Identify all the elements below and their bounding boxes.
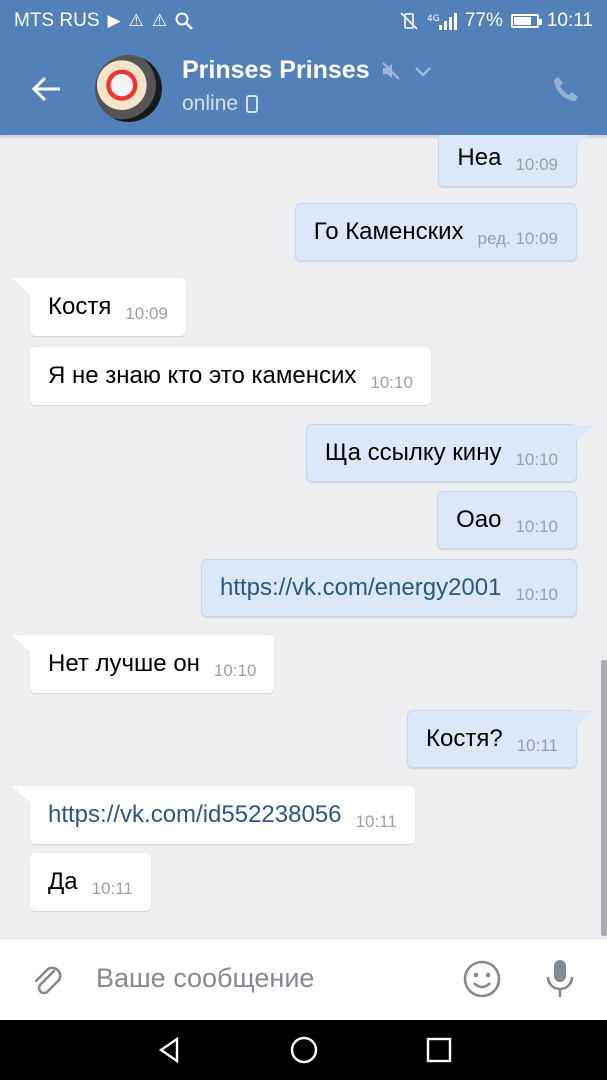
message-time: 10:11	[91, 879, 133, 898]
avatar[interactable]	[95, 55, 162, 122]
search-icon	[175, 12, 193, 30]
chevron-down-icon[interactable]	[412, 60, 434, 82]
mobile-phone-icon	[246, 95, 259, 113]
phone-call-icon[interactable]	[551, 74, 581, 104]
message-text: Я не знаю кто это каменсих	[48, 362, 357, 389]
nav-recents-icon[interactable]	[423, 1034, 455, 1066]
message-link[interactable]: https://vk.com/energy2001	[220, 574, 501, 602]
paperclip-icon[interactable]	[28, 961, 66, 999]
arrow-left-icon[interactable]	[30, 72, 64, 106]
message-time: ред. 10:09	[477, 229, 558, 248]
message-time: 10:10	[515, 517, 558, 536]
warning-icon: ⚠	[128, 11, 144, 30]
outgoing-message[interactable]: https://vk.com/energy2001 10:10	[200, 559, 577, 617]
message-text: Костя	[48, 293, 112, 320]
message-composer: Ваше сообщение	[0, 938, 607, 1021]
message-input[interactable]: Ваше сообщение	[96, 963, 314, 994]
message-list[interactable]: Неа 10:09 Го Каменских ред. 10:09 Костя 10:09…	[0, 135, 607, 939]
incoming-message[interactable]: Я не знаю кто это каменсих 10:10	[30, 347, 431, 405]
warning-icon: ⚠	[151, 11, 168, 30]
message-link[interactable]: https://vk.com/id552238056	[48, 801, 342, 829]
incoming-message[interactable]: https://vk.com/id552238056 10:11	[12, 786, 415, 844]
battery-level-fill	[513, 17, 531, 25]
status-bar-right: 4G 77% 10:11	[399, 10, 593, 32]
message-text: Костя?	[426, 725, 503, 752]
carrier-name: MTS RUS	[14, 10, 100, 31]
bubble-tail	[570, 425, 594, 447]
outgoing-message[interactable]: Неа 10:09	[438, 135, 589, 187]
outgoing-message[interactable]: Оао 10:10	[437, 491, 577, 549]
message-time: 10:11	[516, 736, 558, 755]
bubble-tail	[570, 711, 594, 733]
incoming-message[interactable]: Костя 10:09	[12, 278, 186, 336]
chat-header: Prinses Prinses online	[0, 42, 607, 135]
signal-icon: 4G	[427, 13, 457, 30]
clock: 10:11	[546, 10, 593, 31]
message-time: 10:10	[370, 373, 413, 392]
scrollbar[interactable]	[601, 660, 607, 936]
battery-icon	[510, 14, 542, 28]
nav-back-icon[interactable]	[153, 1034, 185, 1066]
play-icon: ▶	[107, 11, 121, 30]
outgoing-message[interactable]: Костя? 10:11	[407, 710, 594, 768]
system-nav-bar	[0, 1020, 607, 1080]
contact-name: Prinses Prinses	[182, 56, 370, 84]
message-text: Нет лучше он	[48, 650, 200, 677]
message-time: 10:11	[355, 812, 397, 831]
battery-percent: 77%	[464, 10, 503, 31]
presence-label: online	[182, 92, 239, 115]
muted-speaker-icon	[381, 61, 400, 80]
message-text: Го Каменских	[313, 218, 464, 245]
nav-home-icon[interactable]	[288, 1034, 320, 1066]
bubble-tail	[570, 135, 589, 152]
bubble-tail	[12, 786, 36, 808]
message-text: Оао	[456, 506, 502, 533]
microphone-icon[interactable]	[542, 957, 578, 1001]
smiley-icon[interactable]	[462, 959, 502, 999]
message-time: 10:10	[515, 585, 558, 604]
status-bar-left: MTS RUS ▶ ⚠ ⚠	[14, 10, 193, 32]
presence-status: online	[182, 92, 259, 116]
bubble-tail	[12, 635, 36, 657]
message-text: Неа	[457, 144, 502, 171]
bubble-tail	[12, 278, 36, 300]
message-time: 10:09	[515, 155, 558, 174]
message-time: 10:10	[213, 661, 257, 680]
outgoing-message[interactable]: Го Каменских ред. 10:09	[294, 203, 577, 261]
incoming-message[interactable]: Да 10:11	[30, 853, 151, 911]
svg-text:4G: 4G	[427, 14, 440, 24]
message-text: Да	[48, 868, 78, 895]
message-text: Ща ссылку кину	[324, 439, 502, 466]
status-bar: MTS RUS ▶ ⚠ ⚠ 4G 77% 10:11	[0, 0, 607, 42]
outgoing-message[interactable]: Ща ссылку кину 10:10	[305, 424, 594, 482]
vibrate-mute-icon	[400, 12, 418, 30]
contact-title[interactable]: Prinses Prinses	[182, 56, 434, 85]
message-time: 10:10	[515, 450, 558, 469]
incoming-message[interactable]: Нет лучше он 10:10	[12, 635, 275, 693]
message-time: 10:09	[125, 304, 168, 323]
